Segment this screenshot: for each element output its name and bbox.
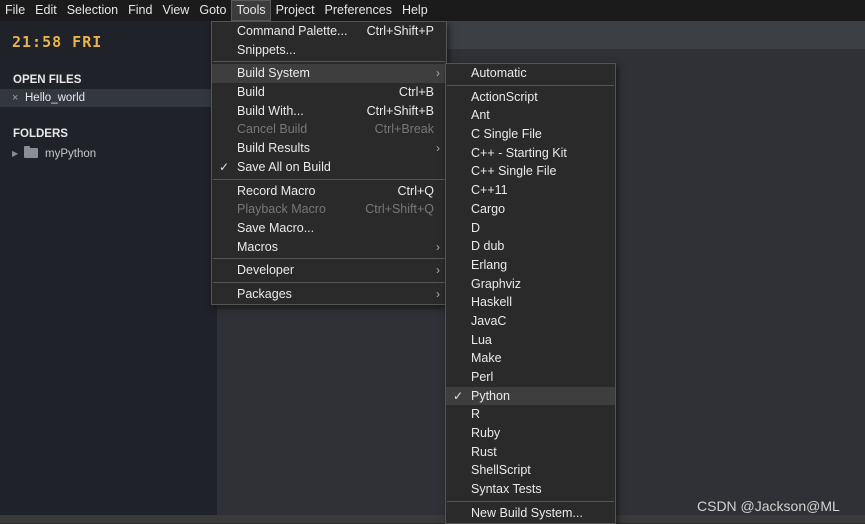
menu-item-label: Build System [237, 66, 310, 81]
build-item[interactable]: JavaC [446, 312, 615, 331]
folder-item[interactable]: ▶ myPython [0, 145, 217, 163]
chevron-right-icon: › [436, 286, 440, 301]
menu-preferences[interactable]: Preferences [320, 0, 397, 21]
watermark: CSDN @Jackson@ML [697, 498, 840, 514]
build-item[interactable]: C++ Single File [446, 162, 615, 181]
folder-icon [24, 146, 38, 158]
menu-item-cancel-build[interactable]: Cancel Build Ctrl+Break [212, 120, 446, 139]
build-item[interactable]: Make [446, 349, 615, 368]
chevron-right-icon: › [436, 141, 440, 156]
menu-item-label: Python [471, 388, 510, 403]
menu-item-label: Build [237, 85, 265, 100]
build-item[interactable]: Cargo [446, 200, 615, 219]
build-item[interactable]: Lua [446, 331, 615, 350]
build-item[interactable]: C++11 [446, 181, 615, 200]
menu-item-macros[interactable]: Macros › [212, 238, 446, 257]
shortcut-label: Ctrl+Q [397, 183, 434, 198]
menu-bar: File Edit Selection Find View Goto Tools… [0, 0, 865, 21]
menu-item-label: Developer [237, 263, 294, 278]
chevron-right-icon: › [436, 263, 440, 278]
menu-separator [213, 178, 445, 180]
menu-separator [447, 500, 614, 502]
menu-item-label: Command Palette... [237, 24, 348, 38]
menu-item-label: Save All on Build [237, 159, 331, 174]
menu-item-developer[interactable]: Developer › [212, 261, 446, 280]
menu-separator [213, 281, 445, 283]
build-item[interactable]: R [446, 405, 615, 424]
checkmark-icon: ✓ [219, 159, 230, 174]
menu-item-label: Build With... [237, 103, 304, 118]
open-files-title: OPEN FILES [13, 74, 82, 86]
menu-file[interactable]: File [0, 0, 30, 21]
menu-help[interactable]: Help [397, 0, 433, 21]
menu-item-label: Packages [237, 286, 292, 301]
build-item[interactable]: Syntax Tests [446, 480, 615, 499]
menu-goto[interactable]: Goto [194, 0, 231, 21]
clock-widget: 21:58 FRI [12, 33, 103, 51]
chevron-right-icon: › [436, 239, 440, 254]
menu-item-build-results[interactable]: Build Results › [212, 139, 446, 158]
menu-item-record-macro[interactable]: Record Macro Ctrl+Q [212, 182, 446, 201]
sidebar: 21:58 FRI OPEN FILES × Hello_world FOLDE… [0, 21, 217, 523]
shortcut-label: Ctrl+Shift+P [366, 24, 434, 38]
menu-item-label: Cancel Build [237, 122, 308, 137]
menu-item-label: Record Macro [237, 183, 316, 198]
tools-menu: Command Palette... Ctrl+Shift+P Snippets… [211, 21, 447, 305]
build-item[interactable]: D [446, 219, 615, 238]
menu-separator [213, 61, 445, 63]
chevron-right-icon: › [436, 66, 440, 81]
shortcut-label: Ctrl+Shift+B [366, 103, 434, 118]
build-item[interactable]: ShellScript [446, 461, 615, 480]
menu-item-save-all-on-build[interactable]: ✓ Save All on Build [212, 158, 446, 177]
menu-item-label: Build Results [237, 141, 310, 156]
build-item[interactable]: Graphviz [446, 275, 615, 294]
menu-selection[interactable]: Selection [62, 0, 123, 21]
menu-find[interactable]: Find [123, 0, 157, 21]
menu-item-save-macro[interactable]: Save Macro... [212, 219, 446, 238]
build-item-new-build-system[interactable]: New Build System... [446, 504, 615, 523]
build-item[interactable]: ActionScript [446, 88, 615, 107]
folder-name: myPython [45, 148, 97, 160]
menu-item-build-with[interactable]: Build With... Ctrl+Shift+B [212, 102, 446, 121]
menu-edit[interactable]: Edit [30, 0, 62, 21]
folders-title: FOLDERS [13, 128, 68, 140]
menu-item-build[interactable]: Build Ctrl+B [212, 83, 446, 102]
checkmark-icon: ✓ [453, 388, 464, 403]
build-item[interactable]: Rust [446, 443, 615, 462]
expand-arrow-icon[interactable]: ▶ [12, 145, 18, 163]
menu-item-build-system[interactable]: Build System › [212, 64, 446, 84]
build-item[interactable]: C++ - Starting Kit [446, 144, 615, 163]
open-file-item[interactable]: × Hello_world [0, 89, 217, 107]
menu-view[interactable]: View [157, 0, 194, 21]
menu-separator [213, 258, 445, 260]
build-item[interactable]: Haskell [446, 293, 615, 312]
menu-project[interactable]: Project [271, 0, 320, 21]
menu-item-snippets[interactable]: Snippets... [212, 41, 446, 60]
close-icon[interactable]: × [12, 89, 18, 107]
menu-separator [447, 84, 614, 86]
build-system-menu: Automatic ActionScript Ant C Single File… [445, 63, 616, 524]
build-item[interactable]: Ant [446, 106, 615, 125]
menu-item-playback-macro[interactable]: Playback Macro Ctrl+Shift+Q [212, 200, 446, 219]
menu-item-packages[interactable]: Packages › [212, 285, 446, 304]
shortcut-label: Ctrl+B [398, 85, 434, 100]
shortcut-label: Ctrl+Break [374, 122, 434, 137]
shortcut-label: Ctrl+Shift+Q [365, 202, 434, 217]
build-item[interactable]: D dub [446, 237, 615, 256]
build-item-python-selected[interactable]: ✓ Python [446, 386, 615, 406]
menu-item-label: Playback Macro [237, 202, 326, 217]
build-item[interactable]: C Single File [446, 125, 615, 144]
menu-tools[interactable]: Tools [231, 0, 271, 21]
build-item-automatic[interactable]: Automatic [446, 64, 615, 83]
menu-item-command-palette[interactable]: Command Palette... Ctrl+Shift+P [212, 22, 446, 41]
open-file-name: Hello_world [25, 92, 86, 104]
status-bar [0, 515, 865, 523]
menu-item-label: Snippets... [237, 42, 297, 57]
build-item[interactable]: Perl [446, 368, 615, 387]
menu-item-label: Save Macro... [237, 220, 315, 235]
build-item[interactable]: Erlang [446, 256, 615, 275]
build-item[interactable]: Ruby [446, 424, 615, 443]
menu-item-label: Macros [237, 239, 278, 254]
